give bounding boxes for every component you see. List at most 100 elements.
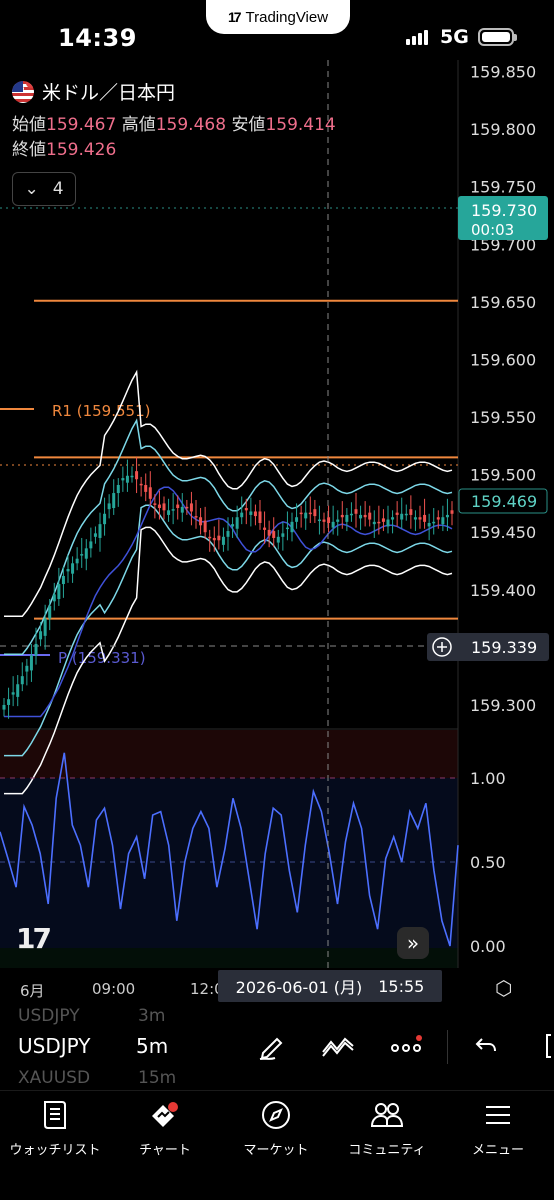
candle-body [212, 537, 216, 541]
candle-body [208, 536, 212, 539]
candle-body [295, 517, 299, 522]
candle-body [189, 503, 193, 512]
clock: 14:39 [58, 24, 137, 52]
nav-label: チャート [139, 1143, 191, 1158]
nav-market[interactable]: マーケット [221, 1099, 331, 1158]
ghost-symbol: XAUUSD [18, 1068, 91, 1088]
price-tick: 159.850 [470, 63, 536, 82]
nav-menu[interactable]: メニュー [443, 1099, 553, 1158]
candle-body [450, 510, 454, 514]
candle-body [331, 521, 335, 528]
symbol-name[interactable]: 米ドル／日本円 [42, 78, 175, 105]
battery-icon [478, 28, 517, 46]
candle-body [121, 478, 125, 481]
candle-body [377, 521, 381, 524]
symbol-legend: 米ドル／日本円 始値159.467 高値159.468 安値159.414 終値… [12, 78, 336, 206]
candle-body [139, 483, 143, 486]
more-options-icon[interactable] [386, 1028, 426, 1064]
candle-body [217, 535, 221, 541]
candle-body [71, 563, 75, 574]
high-label: 高値 [121, 115, 156, 135]
candle-body [52, 594, 56, 602]
price-tick: 159.500 [470, 466, 536, 485]
candle-body [135, 471, 139, 480]
crosshair-date: 2026-06-01 (月) [235, 978, 363, 997]
us-flag-icon [12, 80, 34, 103]
candle-body [349, 513, 353, 516]
candle-body [185, 506, 189, 509]
candle-body [231, 524, 235, 527]
bar-countdown: 00:03 [471, 221, 514, 239]
candle-body [290, 521, 294, 533]
indicators-toggle-button[interactable]: ⌄ 4 [12, 172, 76, 206]
indicators-icon[interactable] [318, 1028, 358, 1064]
symbol-selector[interactable]: USDJPY [18, 1034, 90, 1058]
candle-body [372, 521, 376, 525]
nav-label: メニュー [471, 1143, 524, 1158]
candle-body [436, 517, 440, 520]
interval-selector[interactable]: 5m [136, 1034, 168, 1058]
candle-body [116, 484, 120, 494]
candle-body [7, 699, 11, 705]
price-tick: 159.750 [470, 178, 536, 197]
oscillator-band [0, 778, 458, 948]
candle-body [253, 511, 257, 517]
candle-body [418, 517, 422, 520]
candle-body [322, 519, 326, 522]
candle-body [423, 514, 427, 522]
candle-body [267, 529, 271, 536]
compass-icon [262, 1101, 290, 1129]
nav-chart[interactable]: チャート [110, 1099, 220, 1158]
scroll-to-realtime-button[interactable]: » [397, 927, 429, 959]
candle-body [441, 517, 445, 525]
candle-body [84, 548, 88, 559]
candle-body [43, 618, 47, 636]
redo-icon[interactable] [530, 1028, 554, 1064]
indicator-value: 159.469 [471, 492, 537, 511]
oversold-zone [0, 948, 458, 968]
nav-watchlist[interactable]: ウォッチリスト [0, 1099, 110, 1158]
menu-icon [486, 1106, 510, 1124]
candle-body [244, 508, 248, 511]
candle-body [354, 509, 358, 514]
community-icon [370, 1103, 404, 1127]
candle-body [363, 514, 367, 518]
candle-body [112, 493, 116, 509]
candle-body [34, 643, 38, 656]
candle-body [125, 475, 129, 483]
candle-body [304, 512, 308, 519]
drawing-pen-icon[interactable] [252, 1028, 292, 1064]
oscillator-tick: 0.00 [470, 937, 506, 956]
candle-body [103, 513, 107, 525]
network-type: 5G [440, 26, 469, 48]
nav-label: マーケット [243, 1143, 309, 1158]
candle-body [413, 517, 417, 520]
candle-body [249, 511, 253, 515]
last-price-value: 159.730 [471, 201, 537, 220]
candle-body [203, 520, 207, 533]
candle-body [20, 676, 24, 685]
candle-body [144, 484, 148, 492]
oscillator-tick: 1.00 [470, 769, 506, 788]
candle-body [221, 536, 225, 545]
undo-icon[interactable] [466, 1028, 506, 1064]
nav-community[interactable]: コミュニティ [332, 1099, 442, 1158]
candle-body [226, 531, 230, 537]
candle-body [199, 517, 203, 526]
candle-body [263, 527, 267, 530]
candle-body [391, 517, 395, 520]
candle-body [61, 575, 65, 585]
candle-body [285, 527, 289, 530]
price-tick: 159.450 [470, 523, 536, 542]
candle-body [2, 704, 6, 710]
app-pill[interactable]: 17 TradingView [206, 0, 350, 34]
candle-body [148, 487, 152, 499]
time-tick: 09:00 [92, 980, 136, 998]
app-name: TradingView [245, 8, 329, 26]
candle-body [345, 514, 349, 522]
watchlist-icon [44, 1101, 66, 1129]
candle-body [276, 536, 280, 543]
candle-body [281, 533, 285, 537]
price-tick: 159.600 [470, 350, 536, 369]
chart-settings-icon[interactable]: ⬡ [495, 976, 512, 1000]
